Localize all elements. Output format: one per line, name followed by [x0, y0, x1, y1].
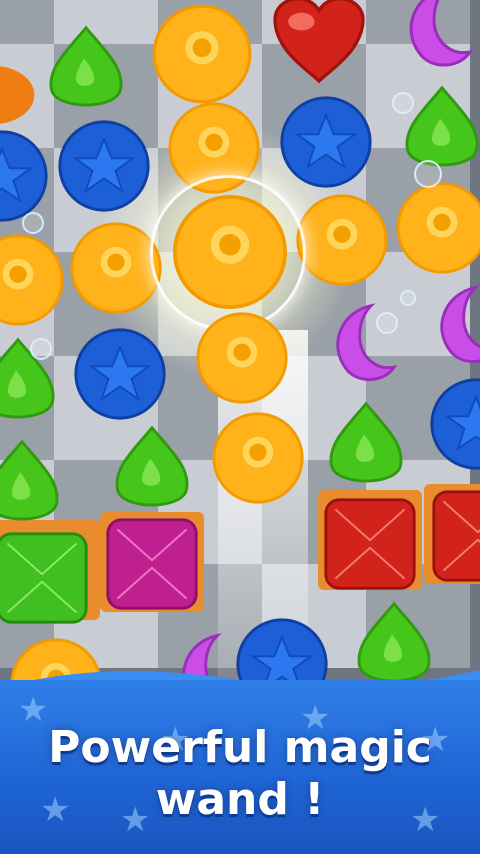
orange-candy-icon[interactable] — [0, 60, 36, 130]
green-drop-icon[interactable] — [104, 422, 200, 518]
purple-moon-icon[interactable] — [304, 296, 400, 392]
green-square-icon[interactable] — [0, 530, 90, 626]
yellow-orb-icon[interactable] — [68, 220, 164, 316]
green-drop-icon[interactable] — [0, 436, 70, 532]
wand-sparkle-ring — [150, 175, 306, 331]
blue-star-icon[interactable] — [72, 326, 168, 422]
green-drop-icon[interactable] — [38, 22, 134, 118]
yellow-orb-icon[interactable] — [194, 310, 290, 406]
blue-star-icon[interactable] — [0, 128, 50, 224]
yellow-orb-icon[interactable] — [210, 410, 306, 506]
promo-caption: Powerful magic wand ! — [0, 722, 480, 826]
purple-moon-icon[interactable] — [408, 278, 480, 374]
blue-star-icon[interactable] — [278, 94, 374, 190]
bubble-effect — [392, 92, 414, 114]
bubble-effect — [414, 160, 442, 188]
caption-line-2: wand ! — [155, 774, 325, 825]
magenta-square-icon[interactable] — [104, 516, 200, 612]
purple-moon-icon[interactable] — [376, 0, 476, 78]
bubble-effect — [400, 290, 416, 306]
game-board — [0, 0, 480, 700]
yellow-orb-icon[interactable] — [150, 2, 254, 106]
bubble-effect — [30, 338, 52, 360]
green-drop-icon[interactable] — [318, 398, 414, 494]
red-square-icon[interactable] — [430, 488, 480, 584]
blue-star-icon[interactable] — [56, 118, 152, 214]
bubble-effect — [376, 312, 398, 334]
caption-line-1: Powerful magic — [48, 722, 432, 773]
yellow-orb-icon[interactable] — [0, 232, 66, 328]
red-heart-icon[interactable] — [264, 0, 374, 92]
game-screen: ★ ★ ★ ★ ★ ★ ★ Powerful magic wand ! — [0, 0, 480, 854]
blue-star-icon[interactable] — [428, 376, 480, 472]
yellow-orb-icon[interactable] — [394, 180, 480, 276]
red-square-icon[interactable] — [322, 496, 418, 592]
bubble-effect — [22, 212, 44, 234]
yellow-orb-icon[interactable] — [294, 192, 390, 288]
